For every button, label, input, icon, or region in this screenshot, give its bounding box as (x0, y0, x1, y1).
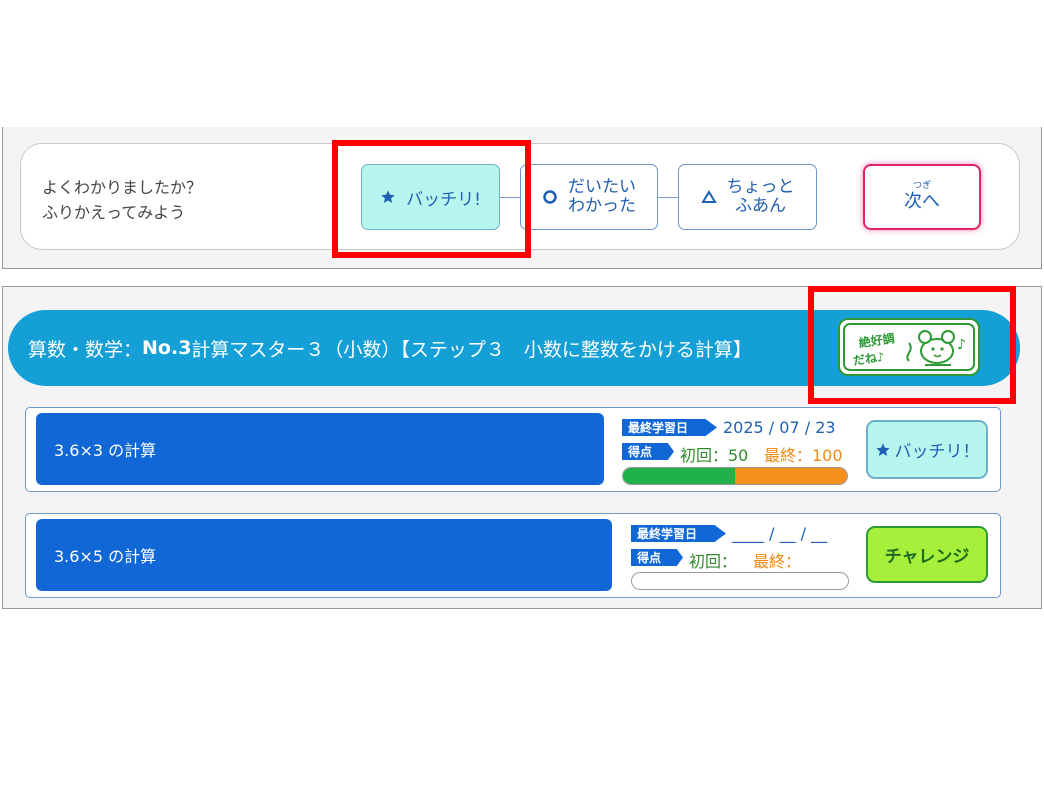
course-title-rest: 計算マスター３（小数）【ステップ３ 小数に整数をかける計算】 (191, 338, 752, 361)
next-button-label: 次へ (904, 191, 940, 212)
score-progress-bar (631, 572, 849, 590)
rating-connector (658, 197, 678, 198)
feedback-question-line2: ふりかえってみよう (42, 203, 186, 222)
star-icon (875, 442, 891, 458)
rating-label-line2: ふあん (735, 196, 786, 216)
challenge-button-label: チャレンジ (884, 547, 970, 567)
final-score: 最終：100 (764, 446, 843, 465)
course-title-number: No.3 (142, 337, 192, 359)
lesson-status-button[interactable]: バッチリ！ (866, 420, 988, 479)
final-score: 最終： (753, 552, 802, 571)
next-button-ruby: つぎ (912, 181, 931, 191)
course-title-prefix: 算数・数学： (28, 338, 143, 361)
next-button[interactable]: つぎ 次へ (863, 164, 981, 230)
feedback-question-line1: よくわかりましたか？ (42, 178, 203, 197)
triangle-icon (700, 189, 717, 205)
lesson-title[interactable]: 3.6×3 の計算 (36, 413, 604, 485)
rating-button-daitai[interactable]: だいたい わかった (520, 164, 658, 230)
highlight-box (808, 286, 1016, 404)
progress-first (623, 468, 735, 484)
rating-label-line1: だいたい (568, 177, 636, 197)
lesson-title-label: 3.6×5 の計算 (54, 547, 157, 566)
lesson-status-label: バッチリ！ (894, 442, 980, 462)
challenge-button[interactable]: チャレンジ (866, 526, 988, 583)
last-study-tag: 最終学習日 (631, 525, 726, 542)
lesson-title-label: 3.6×3 の計算 (54, 441, 157, 460)
highlight-box (332, 140, 531, 258)
first-score: 初回：50 (680, 446, 749, 465)
score-progress-bar (622, 467, 848, 485)
first-score: 初回： (689, 552, 738, 571)
progress-final (735, 468, 847, 484)
lesson-title[interactable]: 3.6×5 の計算 (36, 519, 612, 591)
last-study-date: ____ / __ / __ (732, 524, 828, 543)
score-tag: 得点 (622, 443, 674, 460)
rating-label-line1: ちょっと (726, 177, 795, 197)
last-study-date: 2025 / 07 / 23 (723, 418, 836, 437)
circle-icon (542, 189, 558, 205)
score-tag: 得点 (631, 549, 683, 566)
rating-button-chotto[interactable]: ちょっと ふあん (678, 164, 817, 230)
rating-label-line2: わかった (568, 196, 636, 216)
last-study-tag: 最終学習日 (622, 419, 717, 436)
